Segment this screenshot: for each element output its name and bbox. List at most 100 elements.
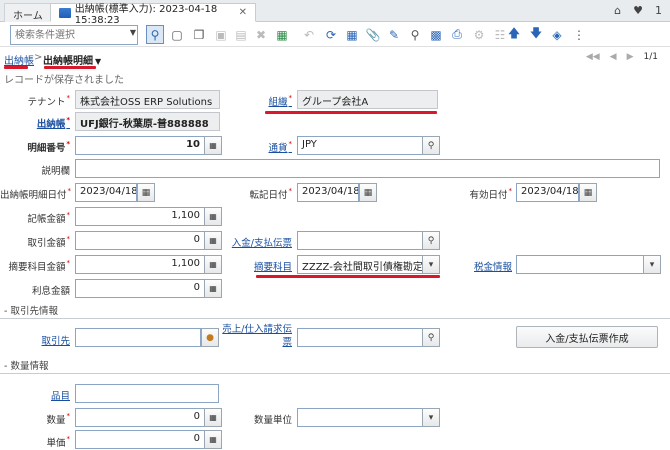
undo-icon[interactable]: ↶ xyxy=(300,25,318,44)
print-icon[interactable]: ⎙ xyxy=(448,25,466,44)
section-qty-title[interactable]: - 数量情報 xyxy=(4,358,48,372)
qty-label: 数量* xyxy=(46,412,70,426)
new-record-icon[interactable]: ▢ xyxy=(168,25,186,44)
description-input[interactable] xyxy=(75,159,660,178)
calendar-icon[interactable]: ▦ xyxy=(137,183,155,202)
search-query-select[interactable]: ▼ xyxy=(10,25,138,45)
org-field: グループ会社A xyxy=(297,90,438,109)
tab-bar: ホーム 出納帳(標準入力): 2023-04-18 15:38:23 ✕ ⌂ ♥… xyxy=(0,0,670,26)
chevron-down-icon[interactable]: ▼ xyxy=(95,57,101,66)
bpartner-label[interactable]: 取引先 xyxy=(0,333,70,347)
search-input[interactable] xyxy=(11,26,121,44)
chat-icon[interactable]: ✎ xyxy=(385,25,403,44)
search-icon[interactable]: ⚲ xyxy=(422,328,440,347)
line-no-input[interactable]: 10 xyxy=(75,136,205,155)
tax-select[interactable] xyxy=(516,255,644,274)
first-record-icon[interactable]: ◀◀ xyxy=(586,52,600,62)
stmt-amount-input[interactable]: 1,100 xyxy=(75,207,205,226)
invoice-label[interactable]: 売上/仕入請求伝票 xyxy=(220,323,292,349)
search-icon[interactable]: ⚲ xyxy=(146,25,164,44)
currency-input[interactable]: JPY xyxy=(297,136,423,155)
attachment-icon[interactable]: 📎 xyxy=(364,25,382,44)
breadcrumb-current[interactable]: 出納帳明細 ▼ xyxy=(43,52,101,67)
highlight-underline xyxy=(256,275,440,278)
record-position: 1/1 xyxy=(643,52,658,62)
calculator-icon[interactable]: ▦ xyxy=(204,255,222,274)
delete-icon[interactable]: ✖ xyxy=(252,25,270,44)
tax-label[interactable]: 税金情報 xyxy=(460,259,512,273)
price-label: 単価* xyxy=(46,435,70,449)
more-menu-icon[interactable]: ⋮ xyxy=(570,25,588,44)
record-navigation: ◀◀ ◀ ▶ 1/1 xyxy=(586,52,658,62)
arrow-up-icon[interactable]: 🡅 xyxy=(505,25,523,44)
calculator-icon[interactable]: ▦ xyxy=(204,408,222,427)
charge-label[interactable]: 摘要科目 xyxy=(240,259,292,273)
tab-home[interactable]: ホーム xyxy=(4,3,52,22)
posting-date-input[interactable]: 2023/04/18 xyxy=(297,183,359,202)
charge-amount-input[interactable]: 1,100 xyxy=(75,255,205,274)
currency-label[interactable]: 通貨* xyxy=(240,140,292,154)
stmt-amount-label: 記帳金額* xyxy=(27,211,70,225)
calendar-icon[interactable]: ▦ xyxy=(359,183,377,202)
calculator-icon[interactable]: ▦ xyxy=(204,430,222,449)
bpartner-input[interactable] xyxy=(75,328,201,347)
favorite-icon[interactable]: ♥ xyxy=(633,4,643,17)
next-record-icon[interactable]: ▶ xyxy=(627,52,634,62)
charge-amount-label: 摘要科目金額* xyxy=(8,259,70,273)
section-partner-title[interactable]: - 取引先情報 xyxy=(4,303,58,317)
calculator-icon[interactable]: ▦ xyxy=(204,279,222,298)
chevron-down-icon[interactable]: ▾ xyxy=(422,408,440,427)
valid-date-input[interactable]: 2023/04/18 xyxy=(516,183,579,202)
uom-select[interactable] xyxy=(297,408,423,427)
save-icon[interactable]: ▣ xyxy=(212,25,230,44)
highlight-underline xyxy=(265,111,437,114)
save-new-icon[interactable]: ▤ xyxy=(232,25,250,44)
trx-amount-input[interactable]: 0 xyxy=(75,231,205,250)
line-date-input[interactable]: 2023/04/18 xyxy=(75,183,137,202)
toolbar: ▼ ⚲ ▢ ❐ ▣ ▤ ✖ ▦ ↶ ⟳ ▦ 📎 ✎ ⚲ ▩ ⎙ ⚙ ☷ 🡅 🡇 … xyxy=(0,22,670,47)
cashbook-label[interactable]: 出納帳* xyxy=(0,116,70,130)
home-icon[interactable]: ⌂ xyxy=(614,4,621,17)
search-icon[interactable]: ⚲ xyxy=(422,231,440,250)
chevron-down-icon[interactable]: ▾ xyxy=(422,255,440,274)
product-label[interactable]: 品目 xyxy=(0,388,70,402)
org-label[interactable]: 組織* xyxy=(240,94,292,108)
calendar-icon[interactable]: ▦ xyxy=(579,183,597,202)
valid-date-label: 有効日付* xyxy=(469,187,512,201)
charge-select[interactable]: ZZZZ-会社間取引債権勘定 xyxy=(297,255,423,274)
product-input[interactable] xyxy=(75,384,219,403)
breadcrumb: 出納帳 > 出納帳明細 ▼ ◀◀ ◀ ▶ 1/1 xyxy=(0,48,670,68)
invoice-input[interactable] xyxy=(297,328,423,347)
qty-input[interactable]: 0 xyxy=(75,408,205,427)
process-icon[interactable]: ⚙ xyxy=(470,25,488,44)
create-payment-button[interactable]: 入金/支払伝票作成 xyxy=(516,326,658,348)
calculator-icon[interactable]: ▦ xyxy=(204,136,222,155)
divider xyxy=(0,373,670,374)
tab-cashbook[interactable]: 出納帳(標準入力): 2023-04-18 15:38:23 ✕ xyxy=(50,3,256,26)
report-icon[interactable]: ▩ xyxy=(427,25,445,44)
copy-record-icon[interactable]: ❐ xyxy=(190,25,208,44)
price-input[interactable]: 0 xyxy=(75,430,205,449)
divider xyxy=(0,318,670,319)
grid-toggle-icon[interactable]: ▦ xyxy=(343,25,361,44)
window-count[interactable]: 1 xyxy=(655,4,662,17)
search-icon[interactable]: ⚲ xyxy=(422,136,440,155)
payment-label[interactable]: 入金/支払伝票 xyxy=(220,235,292,249)
close-icon[interactable]: ✕ xyxy=(239,7,247,18)
refresh-icon[interactable]: ⟳ xyxy=(322,25,340,44)
person-icon[interactable]: ● xyxy=(201,328,219,347)
interest-label: 利息金額 xyxy=(31,286,70,297)
interest-input[interactable]: 0 xyxy=(75,279,205,298)
payment-input[interactable] xyxy=(297,231,423,250)
zoom-across-icon[interactable]: ⚲ xyxy=(406,25,424,44)
description-label: 説明欄 xyxy=(41,166,70,177)
calculator-icon[interactable]: ▦ xyxy=(204,207,222,226)
tag-icon[interactable]: ◈ xyxy=(548,25,566,44)
breadcrumb-parent-link[interactable]: 出納帳 xyxy=(4,52,34,67)
prev-record-icon[interactable]: ◀ xyxy=(610,52,617,62)
chevron-down-icon[interactable]: ▼ xyxy=(130,28,136,37)
chevron-down-icon[interactable]: ▾ xyxy=(643,255,661,274)
posting-date-label: 転記日付* xyxy=(249,187,292,201)
arrow-down-icon[interactable]: 🡇 xyxy=(527,25,545,44)
archive-icon[interactable]: ▦ xyxy=(273,25,291,44)
